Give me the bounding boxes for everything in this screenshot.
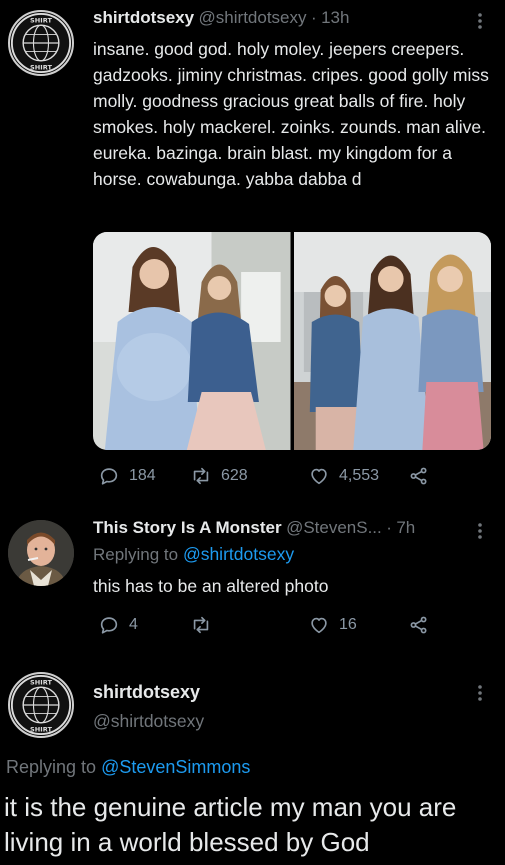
tweet-2[interactable]: This Story Is A Monster @StevenS... · 7h… [0,500,505,650]
photo-two-women-image [93,232,291,450]
separator: · [386,518,392,537]
retweet-button[interactable] [190,614,308,636]
handle[interactable]: @StevenS... [286,518,382,537]
tweet-1[interactable]: SHIRT SHIRT shirtdotsexy @shirtdotsexy ·… [0,0,505,500]
photo-two-women[interactable] [93,232,291,450]
more-icon[interactable] [477,522,483,540]
avatar[interactable] [8,520,74,586]
retweet-icon [193,616,209,634]
shirtdotsexy-logo-icon: SHIRT SHIRT [10,12,72,74]
tweet-text: it is the genuine article my man you are… [4,792,457,857]
svg-text:SHIRT: SHIRT [30,725,52,733]
replying-to-link[interactable]: @shirtdotsexy [183,544,294,564]
like-icon [311,468,327,485]
more-icon[interactable] [477,12,483,30]
replying-prefix: Replying to [93,545,179,564]
user-photo-icon [8,520,74,586]
reply-count: 184 [129,467,156,484]
retweet-button[interactable]: 628 [190,465,308,487]
tweet-media[interactable] [93,232,491,450]
reply-count: 4 [129,616,138,633]
like-count: 4,553 [339,467,380,484]
timestamp[interactable]: 7h [396,518,415,537]
share-button[interactable] [408,614,430,636]
display-name[interactable]: This Story Is A Monster [93,518,282,537]
reply-icon [100,468,118,485]
avatar[interactable]: SHIRT SHIRT [8,672,74,738]
more-icon[interactable] [477,684,483,702]
tweet-text: insane. good god. holy moley. jeepers cr… [93,39,489,189]
replying-prefix: Replying to [6,757,97,777]
like-count: 16 [339,616,357,633]
like-button[interactable]: 16 [308,614,408,636]
retweet-icon [193,467,209,485]
tweet-text: this has to be an altered photo [93,576,329,596]
svg-text:SHIRT: SHIRT [30,678,52,686]
svg-text:SHIRT: SHIRT [30,63,52,71]
reply-button[interactable]: 4 [98,614,184,636]
reply-icon [100,617,118,634]
replying-to-link[interactable]: @StevenSimmons [101,757,250,777]
replying-to: Replying to @StevenSimmons [6,757,250,778]
tweet-actions: 184 628 4,553 [98,465,430,487]
shirtdotsexy-logo-icon: SHIRT SHIRT [10,674,72,736]
handle[interactable]: @shirtdotsexy [93,711,204,732]
photo-three-women[interactable] [293,232,491,450]
tweet-header: This Story Is A Monster @StevenS... · 7h [93,518,415,538]
replying-to: Replying to @shirtdotsexy [93,544,294,565]
avatar[interactable]: SHIRT SHIRT [8,10,74,76]
separator: · [310,8,317,27]
display-name[interactable]: shirtdotsexy [93,8,194,27]
share-button[interactable] [408,465,430,487]
reply-button[interactable]: 184 [98,465,184,487]
photo-three-women-image [293,232,491,450]
like-icon [311,617,327,634]
timestamp[interactable]: 13h [321,8,349,27]
tweet-actions: 4 16 [98,614,430,636]
tweet-3[interactable]: SHIRT SHIRT shirtdotsexy @shirtdotsexy R… [0,650,505,865]
share-icon [410,467,427,485]
svg-text:SHIRT: SHIRT [30,16,52,24]
tweet-header: shirtdotsexy @shirtdotsexy · 13h [93,8,349,28]
display-name[interactable]: shirtdotsexy [93,682,200,703]
handle[interactable]: @shirtdotsexy [199,8,307,27]
like-button[interactable]: 4,553 [308,465,408,487]
share-icon [410,616,427,634]
retweet-count: 628 [221,467,248,484]
